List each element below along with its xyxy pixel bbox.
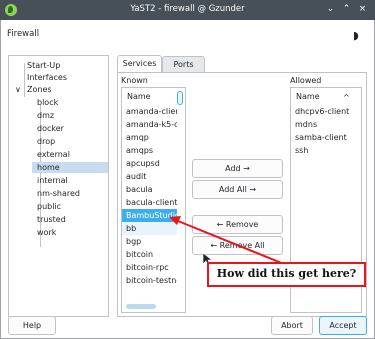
abort-button[interactable]: Abort <box>271 316 313 335</box>
remove-all-button[interactable]: ← Remove All <box>192 236 283 255</box>
known-list-scrollbar[interactable] <box>177 91 183 309</box>
list-item[interactable]: dhcpv6-client <box>291 105 353 118</box>
list-item[interactable]: bitcoin <box>122 248 177 261</box>
list-item[interactable]: amanda-k5-client <box>122 118 177 131</box>
list-item[interactable]: apcupsd <box>122 157 177 170</box>
close-button[interactable]: × <box>357 3 368 16</box>
tree-item-interfaces[interactable]: Interfaces <box>27 72 67 83</box>
add-button[interactable]: Add → <box>192 159 283 178</box>
known-name-column-header[interactable]: Name <box>122 88 185 105</box>
list-item-selected[interactable]: BambuStudio <box>122 209 177 222</box>
tree-item-block[interactable]: block <box>37 97 58 108</box>
annotation-text: How did this get here? <box>216 267 357 280</box>
list-item[interactable]: amqp <box>122 131 177 144</box>
minimize-button[interactable]: ⌄ <box>325 3 336 16</box>
tree-item-dmz[interactable]: dmz <box>37 110 54 121</box>
maximize-button[interactable]: ⌃ <box>341 3 352 16</box>
list-item[interactable]: bacula-client <box>122 196 177 209</box>
tree-item-external[interactable]: external <box>37 149 70 160</box>
list-item[interactable]: amanda-client <box>122 105 177 118</box>
list-item[interactable]: ssh <box>291 144 353 157</box>
tree-item-trusted[interactable]: trusted <box>37 214 66 225</box>
known-list-horizontal-scrollbar[interactable] <box>126 304 156 309</box>
tree-item-zones[interactable]: Zones <box>27 84 52 95</box>
tree-item-docker[interactable]: docker <box>37 123 64 134</box>
list-item[interactable]: bitcoin-rpc <box>122 261 177 274</box>
allowed-label: Allowed <box>290 76 322 85</box>
tree-item-drop[interactable]: drop <box>37 136 55 147</box>
allowed-name-header-label: Name <box>296 92 320 101</box>
list-item[interactable]: amqps <box>122 144 177 157</box>
tree-item-internal[interactable]: internal <box>37 175 68 186</box>
tree-item-home[interactable]: home <box>32 162 108 173</box>
list-item[interactable]: bitcoin-testnet <box>122 274 177 287</box>
tree-item-start-up[interactable]: Start-Up <box>27 60 60 71</box>
known-label: Known <box>121 76 148 85</box>
firewall-dialog: Firewall ◗ Start-Up Interfaces ∨ Zones b… <box>0 20 375 339</box>
chevron-down-icon[interactable]: ∨ <box>15 84 21 95</box>
navigation-tree: Start-Up Interfaces ∨ Zones block dmz do… <box>8 55 109 317</box>
list-item[interactable]: bgp <box>122 235 177 248</box>
help-button[interactable]: Help <box>8 316 56 335</box>
window-title: YaST2 - firewall @ Gzunder <box>130 4 245 14</box>
accept-button[interactable]: Accept <box>319 316 367 335</box>
list-item[interactable]: mdns <box>291 118 353 131</box>
annotation-callout: How did this get here? <box>207 262 366 287</box>
list-item[interactable]: bb <box>122 222 177 235</box>
list-item[interactable]: audit <box>122 170 177 183</box>
tab-services[interactable]: Services <box>117 55 162 72</box>
list-item[interactable]: samba-client <box>291 131 353 144</box>
dialog-title: Firewall <box>7 29 40 39</box>
add-all-button[interactable]: Add All → <box>192 180 283 199</box>
tree-item-nm-shared[interactable]: nm-shared <box>37 188 80 199</box>
tree-item-work[interactable]: work <box>37 227 56 238</box>
tree-item-public[interactable]: public <box>37 201 61 212</box>
tree-guide-line <box>24 63 25 97</box>
sort-ascending-icon: ^ <box>343 93 350 102</box>
allowed-name-column-header[interactable]: Name ^ <box>291 88 361 105</box>
window-titlebar: YaST2 - firewall @ Gzunder ⌄ ⌃ × <box>0 0 375 20</box>
known-list-scroll-thumb[interactable] <box>177 91 183 105</box>
list-item[interactable]: bacula <box>122 183 177 196</box>
tab-ports[interactable]: Ports <box>162 56 205 72</box>
known-services-list[interactable]: Name amanda-client amanda-k5-client amqp… <box>121 87 186 313</box>
remove-button[interactable]: ← Remove <box>192 215 283 234</box>
firewall-icon: ◗ <box>353 29 359 42</box>
